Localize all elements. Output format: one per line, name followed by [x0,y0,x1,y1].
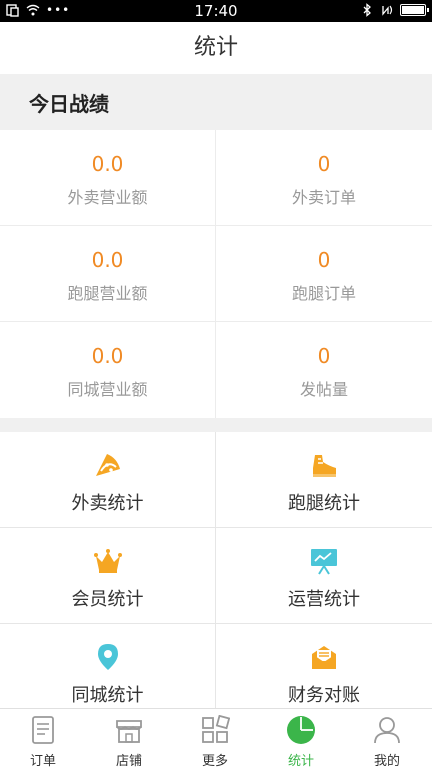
crown-icon [94,549,122,573]
menu-errand-stats[interactable]: 跑腿统计 [216,432,432,528]
tab-label: 统计 [287,754,314,768]
today-stats-grid: 0.0 外卖营业额 0 外卖订单 0.0 跑腿营业额 0 跑腿订单 0.0 同城… [0,130,432,418]
stat-takeout-orders: 0 外卖订单 [216,130,432,226]
stat-value: 0.0 [91,344,124,368]
tab-store[interactable]: 店铺 [86,709,172,768]
stat-label: 发帖量 [299,380,348,399]
running-shoe-icon [313,455,336,477]
page-title: 统计 [0,22,432,74]
presentation-chart-icon [311,549,337,575]
stat-label: 同城营业额 [67,380,148,399]
stat-value: 0.0 [91,248,124,272]
tab-orders[interactable]: 订单 [0,709,86,768]
today-section-title: 今日战绩 [29,92,109,116]
location-pin-icon [98,644,118,670]
stat-label: 外卖营业额 [67,188,148,207]
battery-icon [400,4,429,16]
store-icon [116,720,142,743]
tab-label: 我的 [373,754,400,768]
stat-label: 跑腿营业额 [67,284,148,303]
stat-label: 跑腿订单 [291,284,356,303]
tab-label: 店铺 [115,754,142,768]
menu-label: 同城统计 [71,685,144,706]
menu-finance-reconcile[interactable]: 财务对账 [216,624,432,708]
order-icon [32,716,54,744]
stat-post-count: 0 发帖量 [216,322,432,418]
statistics-menu-grid: 外卖统计 跑腿统计 会员统计 运营统计 同城统计 财务对账 [0,432,432,708]
menu-member-stats[interactable]: 会员统计 [0,528,216,624]
pie-chart-icon [287,716,315,744]
stat-value: 0 [317,152,331,176]
menu-takeout-stats[interactable]: 外卖统计 [0,432,216,528]
stat-label: 外卖订单 [291,188,356,207]
tab-statistics[interactable]: 统计 [258,709,344,768]
tab-label: 订单 [29,754,56,768]
menu-label: 跑腿统计 [288,493,360,514]
menu-operations-stats[interactable]: 运营统计 [216,528,432,624]
menu-label: 运营统计 [288,589,360,610]
envelope-list-icon [312,646,336,669]
more-grid-icon [202,715,230,743]
menu-label: 会员统计 [71,589,144,610]
nfc-icon [382,5,393,16]
today-section-header: 今日战绩 [0,74,432,130]
stat-value: 0 [317,248,331,272]
stat-errand-orders: 0 跑腿订单 [216,226,432,322]
menu-label: 财务对账 [288,685,360,706]
tab-mine[interactable]: 我的 [344,709,430,768]
tab-more[interactable]: 更多 [172,709,258,768]
menu-local-stats[interactable]: 同城统计 [0,624,216,708]
bottom-tab-bar: 订单 店铺 更多 统计 我的 [0,708,432,768]
stat-value: 0.0 [91,152,124,176]
stat-local-revenue: 0.0 同城营业额 [0,322,216,418]
stat-value: 0 [317,344,331,368]
status-bar: ••• 17:40 [0,0,432,22]
menu-label: 外卖统计 [71,493,144,514]
tab-label: 更多 [201,754,228,768]
stat-takeout-revenue: 0.0 外卖营业额 [0,130,216,226]
bluetooth-icon [363,3,371,17]
profile-icon [374,717,400,744]
stat-errand-revenue: 0.0 跑腿营业额 [0,226,216,322]
pizza-icon [96,454,120,476]
